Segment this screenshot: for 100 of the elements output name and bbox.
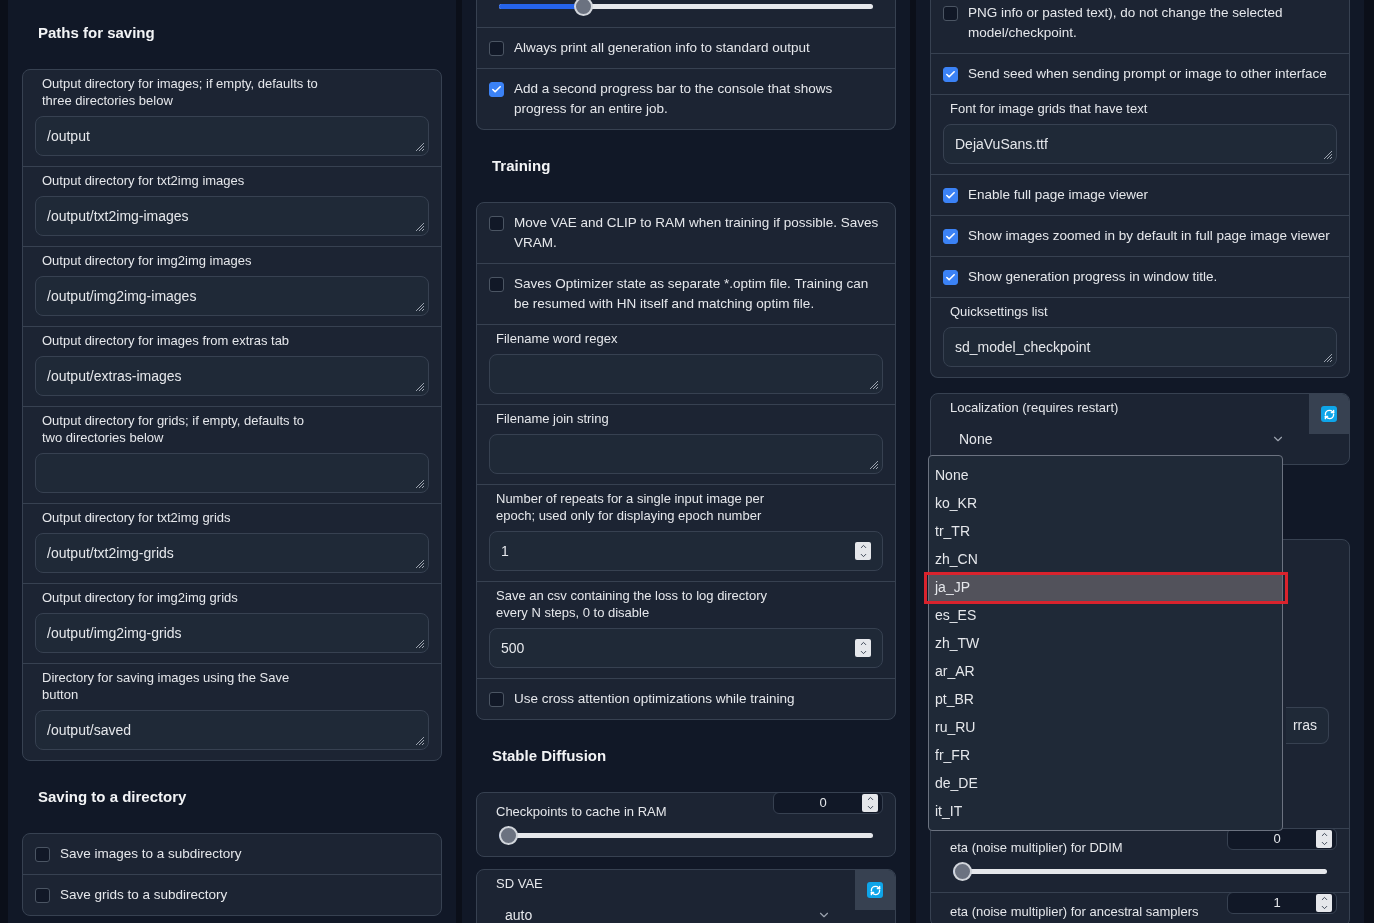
field-label: Output directory for img2img images xyxy=(41,252,253,269)
menu-item[interactable]: ar_AR xyxy=(929,657,1282,685)
text-field[interactable]: sd_model_checkpoint xyxy=(943,327,1337,367)
menu-item[interactable]: pt_BR xyxy=(929,685,1282,713)
resize-handle-icon[interactable] xyxy=(415,142,425,152)
dropdown-label: SD VAE xyxy=(496,875,544,893)
number-field[interactable]: 500 xyxy=(489,628,883,668)
checkbox-label: Always print all generation info to standard output xyxy=(514,39,810,57)
refresh-icon xyxy=(1321,406,1337,422)
menu-item[interactable]: ru_RU xyxy=(929,713,1282,741)
resize-handle-icon[interactable] xyxy=(415,479,425,489)
checkbox[interactable] xyxy=(943,6,958,21)
number-field[interactable]: 1 xyxy=(489,531,883,571)
slider[interactable] xyxy=(953,861,1327,881)
checkbox[interactable] xyxy=(943,229,958,244)
checkbox[interactable] xyxy=(489,692,504,707)
slider-thumb[interactable] xyxy=(499,825,518,845)
section-heading: Saving to a directory xyxy=(38,786,187,807)
field-value: 1 xyxy=(501,541,509,561)
text-field[interactable] xyxy=(489,434,883,474)
number-field[interactable]: 0 xyxy=(1227,828,1337,850)
field-label: Font for image grids that have text xyxy=(949,100,1149,117)
spinner-icon[interactable] xyxy=(855,542,871,560)
menu-item[interactable]: ko_KR xyxy=(929,489,1282,517)
resize-handle-icon[interactable] xyxy=(415,302,425,312)
checkbox[interactable] xyxy=(489,216,504,231)
text-field[interactable]: /output/txt2img-images xyxy=(35,196,429,236)
dropdown[interactable]: None xyxy=(950,424,1289,454)
field-value: /output/saved xyxy=(47,720,132,740)
field-label: Output directory for images; if empty, defaults to three directories below xyxy=(41,75,319,109)
field-value: 0 xyxy=(818,794,828,813)
field-value: /output/extras-images xyxy=(47,366,182,386)
slider-thumb[interactable] xyxy=(953,861,972,881)
dropdown-value: auto xyxy=(505,905,533,923)
field-label: Output directory for txt2img grids xyxy=(41,509,232,526)
slider[interactable] xyxy=(499,0,873,16)
text-field[interactable]: /output xyxy=(35,116,429,156)
field-value: 500 xyxy=(501,638,525,658)
menu-item[interactable]: None xyxy=(929,461,1282,489)
checkbox[interactable] xyxy=(489,277,504,292)
menu-item[interactable]: de_DE xyxy=(929,769,1282,797)
text-field[interactable]: /output/img2img-images xyxy=(35,276,429,316)
resize-handle-icon[interactable] xyxy=(869,460,879,470)
resize-handle-icon[interactable] xyxy=(415,639,425,649)
refresh-button[interactable] xyxy=(1309,394,1349,434)
slider-thumb[interactable] xyxy=(573,0,593,16)
section-heading: Stable Diffusion xyxy=(492,745,607,766)
spinner-icon[interactable] xyxy=(862,794,878,812)
text-field[interactable]: /output/extras-images xyxy=(35,356,429,396)
checkbox-label: Show generation progress in window title. xyxy=(968,268,1218,286)
text-field[interactable]: DejaVuSans.ttf xyxy=(943,124,1337,164)
menu-item[interactable]: it_IT xyxy=(929,797,1282,825)
text-field[interactable]: /output/txt2img-grids xyxy=(35,533,429,573)
number-field[interactable]: 0 xyxy=(773,793,883,814)
checkbox[interactable] xyxy=(489,41,504,56)
resize-handle-icon[interactable] xyxy=(1323,353,1333,363)
field-value: DejaVuSans.ttf xyxy=(955,134,1048,154)
text-field[interactable] xyxy=(35,453,429,493)
slider[interactable] xyxy=(499,825,873,845)
checkbox-label: Enable full page image viewer xyxy=(968,186,1149,204)
spinner-icon[interactable] xyxy=(1316,830,1332,848)
field-value: /output/img2img-images xyxy=(47,286,197,306)
checkbox[interactable] xyxy=(943,67,958,82)
number-field[interactable]: 1 xyxy=(1227,892,1337,914)
section-heading: Paths for saving xyxy=(38,22,155,43)
resize-handle-icon[interactable] xyxy=(415,222,425,232)
dropdown[interactable]: auto xyxy=(496,900,835,923)
resize-handle-icon[interactable] xyxy=(415,382,425,392)
slider-label: Checkpoints to cache in RAM xyxy=(495,803,668,820)
refresh-button[interactable] xyxy=(855,870,895,910)
resize-handle-icon[interactable] xyxy=(415,559,425,569)
menu-item[interactable]: zh_CN xyxy=(929,545,1282,573)
field-value: sd_model_checkpoint xyxy=(955,337,1091,357)
resize-handle-icon[interactable] xyxy=(415,736,425,746)
spinner-icon[interactable] xyxy=(855,639,871,657)
resize-handle-icon[interactable] xyxy=(869,380,879,390)
checkbox[interactable] xyxy=(943,270,958,285)
checkbox[interactable] xyxy=(35,888,50,903)
checkbox[interactable] xyxy=(489,82,504,97)
field-label: Output directory for img2img grids xyxy=(41,589,239,606)
resize-handle-icon[interactable] xyxy=(1323,150,1333,160)
field-value: 1 xyxy=(1272,894,1282,913)
checkbox-label: Use cross attention optimizations while training xyxy=(514,690,795,708)
menu-item[interactable]: tr_TR xyxy=(929,517,1282,545)
menu-item[interactable]: zh_TW xyxy=(929,629,1282,657)
dropdown-label: Localization (requires restart) xyxy=(950,399,1120,417)
field-label: Filename join string xyxy=(495,410,610,427)
checkbox[interactable] xyxy=(943,188,958,203)
checkbox[interactable] xyxy=(35,847,50,862)
spinner-icon[interactable] xyxy=(1316,894,1332,912)
text-field[interactable]: /output/saved xyxy=(35,710,429,750)
menu-item[interactable]: fr_FR xyxy=(929,741,1282,769)
checkbox-label: Save grids to a subdirectory xyxy=(60,886,228,904)
tab-button[interactable]: rras xyxy=(1285,707,1329,744)
menu-item[interactable]: es_ES xyxy=(929,601,1282,629)
field-value: /output xyxy=(47,126,90,146)
checkbox-label: Show images zoomed in by default in full page image viewer xyxy=(968,227,1330,245)
check-icon xyxy=(945,231,956,242)
text-field[interactable]: /output/img2img-grids xyxy=(35,613,429,653)
text-field[interactable] xyxy=(489,354,883,394)
